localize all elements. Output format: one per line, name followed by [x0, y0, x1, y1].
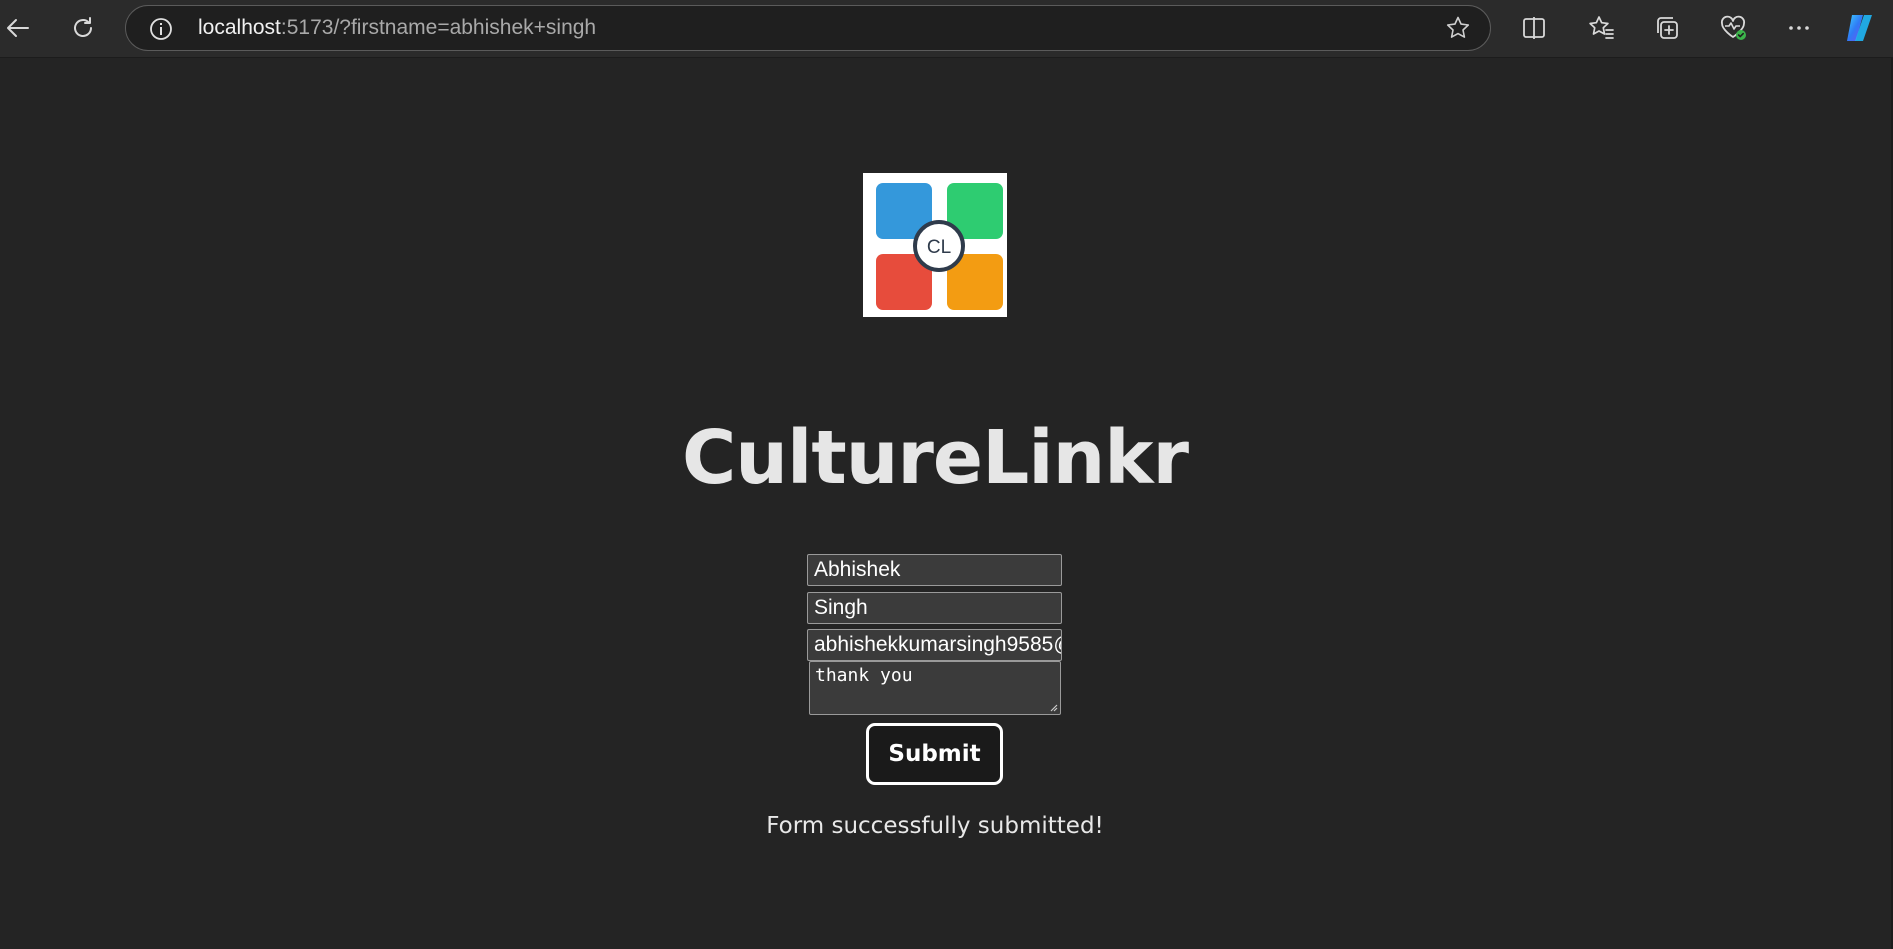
url-text[interactable]: localhost:5173/?firstname=abhishek+singh — [198, 6, 596, 49]
url-path: :5173/?firstname=abhishek+singh — [280, 16, 597, 39]
refresh-button[interactable] — [65, 10, 101, 46]
favorite-star-icon — [1446, 16, 1470, 38]
url-host: localhost — [198, 16, 281, 39]
back-icon — [7, 19, 29, 37]
culturelinkr-logo: CL — [863, 173, 1007, 317]
refresh-icon — [74, 17, 92, 37]
submit-button[interactable]: Submit — [866, 723, 1003, 785]
copilot-icon — [1847, 15, 1872, 41]
message-textarea[interactable]: thank you — [809, 661, 1061, 715]
page-title: CultureLinkr — [682, 415, 1189, 501]
add-favorite-button[interactable] — [1444, 14, 1472, 42]
browser-essentials-button[interactable] — [1715, 10, 1751, 46]
logo-text: CL — [927, 237, 951, 258]
message-text: thank you — [815, 665, 913, 686]
back-button[interactable] — [0, 10, 36, 46]
collections-button[interactable] — [1649, 10, 1685, 46]
status-message: Form successfully submitted! — [766, 813, 1104, 839]
collections-icon — [1657, 17, 1678, 39]
browser-essentials-icon — [1721, 15, 1746, 40]
last-name-input[interactable]: Singh — [807, 592, 1062, 624]
address-bar[interactable]: localhost:5173/?firstname=abhishek+singh — [125, 5, 1491, 51]
favorites-button[interactable] — [1583, 10, 1619, 46]
browser-toolbar: localhost:5173/?firstname=abhishek+singh — [0, 0, 1893, 58]
resize-grip-icon[interactable] — [1048, 702, 1058, 712]
copilot-button[interactable] — [1842, 10, 1878, 46]
first-name-input[interactable]: Abhishek — [807, 554, 1062, 586]
favorites-icon — [1589, 16, 1614, 39]
split-screen-button[interactable] — [1516, 10, 1552, 46]
email-input[interactable]: abhishekkumarsingh9585@ — [807, 629, 1062, 661]
more-button[interactable] — [1781, 10, 1817, 46]
split-screen-icon — [1523, 17, 1545, 39]
site-info-button[interactable] — [148, 16, 174, 42]
more-icon — [1789, 26, 1809, 30]
site-info-icon — [150, 18, 172, 40]
